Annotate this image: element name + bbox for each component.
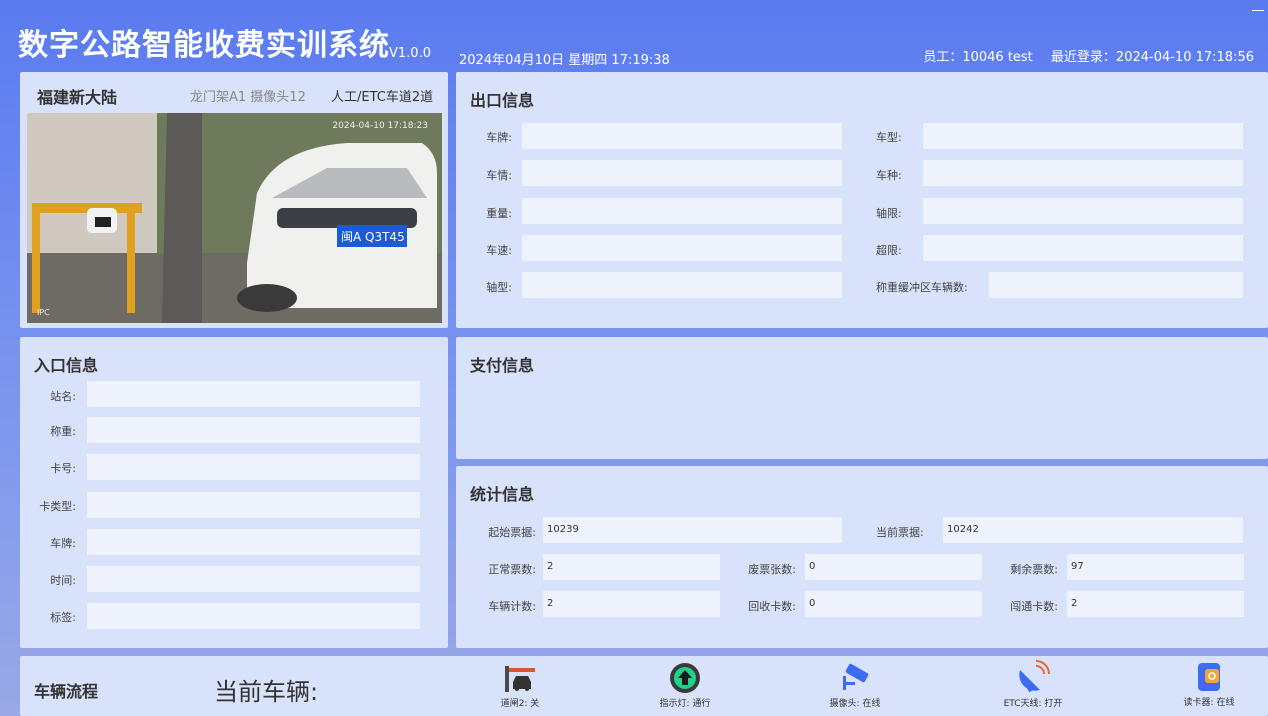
card-reader-icon: [1198, 663, 1220, 691]
camera-panel: 福建新大陆 龙门架A1 摄像头12 人工/ETC车道2道 闽A Q3T45 20…: [20, 72, 448, 328]
field-label: 站名:: [50, 390, 76, 403]
field-label: 车速:: [486, 244, 512, 257]
current-ticket-field[interactable]: 10242: [943, 517, 1243, 543]
field-label: 卡号:: [50, 462, 76, 475]
exit-vehicle-type-field[interactable]: [923, 123, 1243, 149]
field-label: 车情:: [486, 169, 512, 182]
normal-tickets-field[interactable]: 2: [543, 554, 720, 580]
field-label: 称重:: [50, 425, 76, 438]
vehicle-flow-title: 车辆流程: [34, 682, 99, 701]
camera-feed[interactable]: 闽A Q3T45 2024-04-10 17:18:23 IPC: [27, 113, 442, 323]
entry-info-panel: 入口信息 站名: 称重: 卡号: 卡类型: 车牌: 时间: 标签:: [20, 337, 448, 648]
traffic-light-status[interactable]: 指示灯: 通行: [630, 662, 740, 709]
card-reader-label: 读卡器: 在线: [1183, 698, 1235, 708]
start-ticket-field[interactable]: 10239: [543, 517, 842, 543]
camera-lane: 人工/ETC车道2道: [331, 90, 434, 105]
barrier-gate-status[interactable]: 道闸2: 关: [465, 664, 575, 709]
top-bar: 数字公路智能收费实训系统 V1.0.0 2024年04月10日 星期四 17:1…: [0, 0, 1268, 70]
exit-speed-field[interactable]: [522, 235, 842, 261]
employee-label: 员工：10046 test: [923, 50, 1033, 65]
app-title: 数字公路智能收费实训系统: [18, 28, 390, 63]
entry-time-field[interactable]: [87, 566, 420, 592]
camera-label: 摄像头: 在线: [829, 699, 881, 709]
card-reader-status[interactable]: 读卡器: 在线: [1154, 661, 1264, 708]
traffic-light-icon: [670, 663, 700, 693]
recycled-cards-field[interactable]: 0: [805, 591, 982, 617]
camera-timestamp: 2024-04-10 17:18:23: [332, 121, 428, 131]
user-info: 员工：10046 test 最近登录：2024-04-10 17:18:56: [909, 46, 1254, 65]
datetime-label: 2024年04月10日 星期四 17:19:38: [459, 53, 670, 68]
payment-info-title: 支付信息: [470, 356, 535, 375]
exit-info-panel: 出口信息 车牌: 车情: 重量: 车速: 轴型: 车型: 车种: 轴限: 超限:…: [456, 72, 1268, 328]
field-label: 称重缓冲区车辆数:: [876, 281, 968, 294]
field-label: 重量:: [486, 207, 512, 220]
entry-card-type-field[interactable]: [87, 492, 420, 518]
minimize-button[interactable]: [1252, 10, 1264, 11]
current-vehicle-label: 当前车辆:: [214, 678, 319, 706]
license-plate-text: 闽A Q3T45: [341, 230, 405, 244]
exit-vehicle-class-field[interactable]: [923, 160, 1243, 186]
stats-info-title: 统计信息: [470, 485, 535, 504]
camera-feed-image: 闽A Q3T45: [27, 113, 442, 323]
etc-antenna-icon: [1019, 660, 1050, 693]
exit-info-title: 出口信息: [470, 91, 535, 110]
field-label: 轴型:: [486, 281, 512, 294]
gate-cards-field[interactable]: 2: [1067, 591, 1244, 617]
entry-card-number-field[interactable]: [87, 454, 420, 480]
exit-axle-limit-field[interactable]: [923, 198, 1243, 224]
entry-weight-field[interactable]: [87, 417, 420, 443]
camera-location: 福建新大陆: [37, 88, 118, 107]
stats-info-panel: 统计信息 起始票据: 10239 当前票据: 10242 正常票数: 2 废票张…: [456, 466, 1268, 648]
field-label: 车牌:: [50, 537, 76, 550]
version-label: V1.0.0: [389, 46, 431, 61]
field-label: 车辆计数:: [488, 600, 536, 613]
barrier-gate-icon: [505, 666, 535, 692]
remaining-tickets-field[interactable]: 97: [1067, 554, 1244, 580]
entry-station-field[interactable]: [87, 381, 420, 407]
camera-status[interactable]: 摄像头: 在线: [800, 662, 910, 709]
field-label: 轴限:: [876, 207, 902, 220]
exit-plate-field[interactable]: [522, 123, 842, 149]
field-label: 当前票据:: [876, 526, 924, 539]
field-label: 卡类型:: [39, 500, 76, 513]
etc-antenna-status[interactable]: ETC天线: 打开: [978, 660, 1088, 709]
entry-plate-field[interactable]: [87, 529, 420, 555]
barrier-gate-label: 道闸2: 关: [500, 699, 540, 709]
vehicle-flow-panel: 车辆流程 当前车辆: 道闸2: 关 指示灯: 通行 摄像头: 在线 ETC天线:…: [20, 656, 1268, 716]
exit-axle-type-field[interactable]: [522, 272, 842, 298]
exit-overlimit-field[interactable]: [923, 235, 1243, 261]
etc-antenna-label: ETC天线: 打开: [1003, 699, 1063, 709]
field-label: 车牌:: [486, 131, 512, 144]
field-label: 正常票数:: [488, 563, 536, 576]
field-label: 车种:: [876, 169, 902, 182]
entry-tag-field[interactable]: [87, 603, 420, 629]
field-label: 剩余票数:: [1010, 563, 1058, 576]
camera-device: 龙门架A1 摄像头12: [190, 90, 306, 105]
field-label: 标签:: [50, 611, 76, 624]
field-label: 时间:: [50, 574, 76, 587]
field-label: 超限:: [876, 244, 902, 257]
field-label: 回收卡数:: [748, 600, 796, 613]
exit-weight-field[interactable]: [522, 198, 842, 224]
last-login-label: 最近登录：2024-04-10 17:18:56: [1050, 50, 1254, 65]
exit-weigh-buffer-count-field[interactable]: [989, 272, 1243, 298]
field-label: 起始票据:: [488, 526, 536, 539]
void-tickets-field[interactable]: 0: [805, 554, 982, 580]
payment-info-panel: 支付信息: [456, 337, 1268, 459]
camera-ipc-label: IPC: [37, 308, 50, 317]
field-label: 车型:: [876, 131, 902, 144]
exit-status-field[interactable]: [522, 160, 842, 186]
camera-icon: [843, 663, 869, 690]
field-label: 废票张数:: [748, 563, 796, 576]
vehicle-count-field[interactable]: 2: [543, 591, 720, 617]
traffic-light-label: 指示灯: 通行: [659, 699, 711, 709]
entry-info-title: 入口信息: [34, 356, 99, 375]
field-label: 闯通卡数:: [1010, 600, 1058, 613]
